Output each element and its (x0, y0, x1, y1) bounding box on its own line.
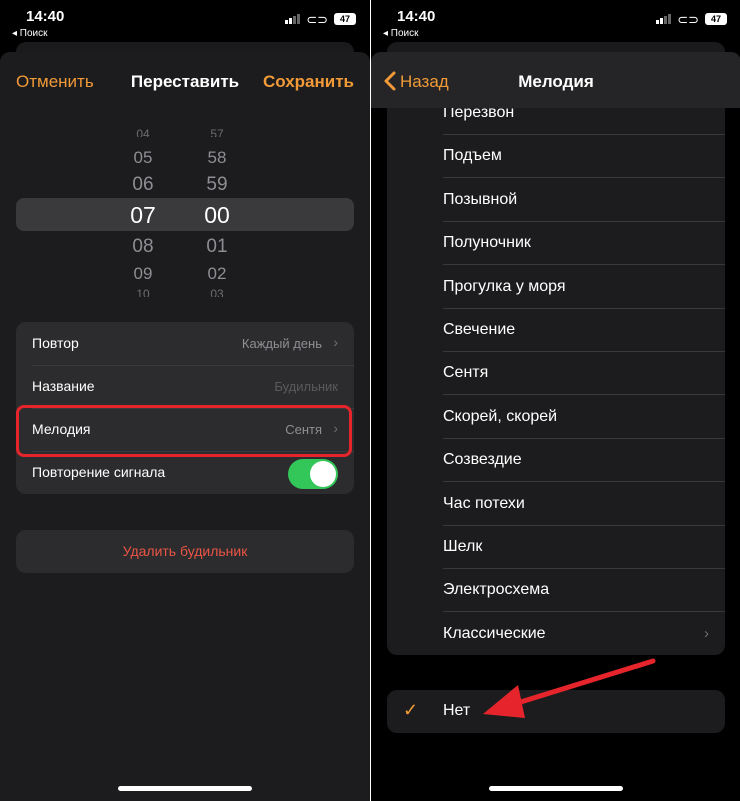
repeat-label: Повтор (32, 335, 79, 351)
time-picker-selection (16, 198, 354, 231)
tone-label: Созвездие (443, 451, 522, 469)
minute-option[interactable]: 58 (197, 148, 237, 168)
tone-list: Перезвон Подъем Позывной Полуночник Прогулка… (387, 108, 725, 655)
repeat-value: Каждый день (241, 336, 322, 351)
tone-label: Свечение (443, 321, 516, 338)
tone-item[interactable]: Позывной (387, 179, 725, 222)
hour-option[interactable]: 04 (123, 127, 163, 137)
home-indicator (118, 786, 252, 791)
battery-icon: 47 (334, 13, 356, 25)
tone-item[interactable]: Прогулка у моря (387, 266, 725, 309)
status-bar: 14:40 ◂ Поиск ⊂⊃ 47 (0, 0, 370, 44)
battery-icon: 47 (705, 13, 727, 25)
alarm-edit-screen: 14:40 ◂ Поиск ⊂⊃ 47 Переставить Отменить… (0, 0, 370, 801)
tone-item[interactable]: Созвездие (387, 439, 725, 483)
tone-label: Полуночник (443, 234, 531, 252)
tone-label: Час потехи (443, 494, 525, 512)
minute-option[interactable]: 03 (197, 287, 237, 297)
tone-item[interactable]: Полуночник (387, 222, 725, 266)
status-time: 14:40 (397, 8, 436, 25)
none-option-label: Нет (443, 702, 471, 719)
snooze-toggle[interactable] (288, 459, 338, 489)
status-bar: 14:40 ◂ Поиск ⊂⊃ 47 (371, 0, 740, 44)
annotation-highlight-box (16, 405, 352, 457)
tone-label: Электросхема (443, 581, 550, 599)
hour-option[interactable]: 10 (123, 287, 163, 297)
delete-card: Удалить будильник (16, 530, 354, 573)
tone-item[interactable]: Перезвон (387, 108, 725, 135)
tone-item[interactable]: Свечение (387, 309, 725, 352)
toggle-knob (310, 461, 336, 487)
tone-item[interactable]: Час потехи (387, 483, 725, 526)
snooze-row: Повторение сигнала (16, 451, 354, 494)
tone-label: Подъем (443, 147, 502, 165)
minute-option[interactable]: 02 (197, 264, 237, 284)
tone-item[interactable]: Скорей, скорей (387, 396, 725, 439)
minute-selected[interactable]: 00 (192, 202, 242, 229)
hour-option[interactable]: 08 (123, 236, 163, 258)
tone-item[interactable]: Подъем (387, 135, 725, 179)
tone-item[interactable]: Классические › (387, 613, 725, 655)
tone-label: Классические (443, 624, 546, 642)
tone-label: Шелк (443, 538, 483, 555)
tone-label: Прогулка у моря (443, 277, 566, 295)
tone-item[interactable]: Электросхема (387, 569, 725, 613)
annotation-arrow-icon (483, 658, 656, 718)
status-time: 14:40 (26, 8, 65, 25)
cancel-button[interactable]: Отменить (16, 72, 94, 92)
chevron-right-icon: › (333, 334, 338, 350)
name-row[interactable]: Название Будильник (16, 365, 354, 408)
tone-item[interactable]: Шелк (387, 526, 725, 569)
page-title: Мелодия (518, 72, 594, 91)
minute-option[interactable]: 59 (197, 174, 237, 196)
delete-alarm-button[interactable]: Удалить будильник (16, 530, 354, 573)
link-icon: ⊂⊃ (677, 12, 699, 27)
home-indicator (489, 786, 623, 791)
minute-option[interactable]: 01 (197, 236, 237, 258)
tone-label: Сентя (443, 364, 489, 382)
tone-label: Позывной (443, 190, 518, 208)
name-label: Название (32, 378, 95, 394)
signal-icon (656, 14, 671, 24)
snooze-label: Повторение сигнала (32, 464, 166, 480)
save-button[interactable]: Сохранить (263, 72, 354, 92)
back-to-app-link[interactable]: ◂ Поиск (12, 28, 48, 39)
repeat-row[interactable]: Повтор Каждый день › (16, 322, 354, 365)
tone-item[interactable]: Сентя (387, 352, 725, 396)
checkmark-icon: ✓ (403, 700, 419, 720)
hour-selected[interactable]: 07 (118, 202, 168, 229)
minute-option[interactable]: 57 (197, 127, 237, 137)
link-icon: ⊂⊃ (306, 12, 328, 27)
tone-label: Перезвон (443, 108, 515, 121)
name-input[interactable]: Будильник (274, 379, 338, 394)
hour-option[interactable]: 09 (123, 264, 163, 284)
hour-option[interactable]: 06 (123, 174, 163, 196)
melody-screen: 14:40 ◂ Поиск ⊂⊃ 47 Перезвон Подъем Позывн… (371, 0, 740, 801)
hour-option[interactable]: 05 (123, 148, 163, 168)
signal-icon (285, 14, 300, 24)
back-to-app-link[interactable]: ◂ Поиск (383, 28, 419, 39)
tone-label: Скорей, скорей (443, 407, 558, 425)
chevron-right-icon: › (704, 624, 709, 642)
